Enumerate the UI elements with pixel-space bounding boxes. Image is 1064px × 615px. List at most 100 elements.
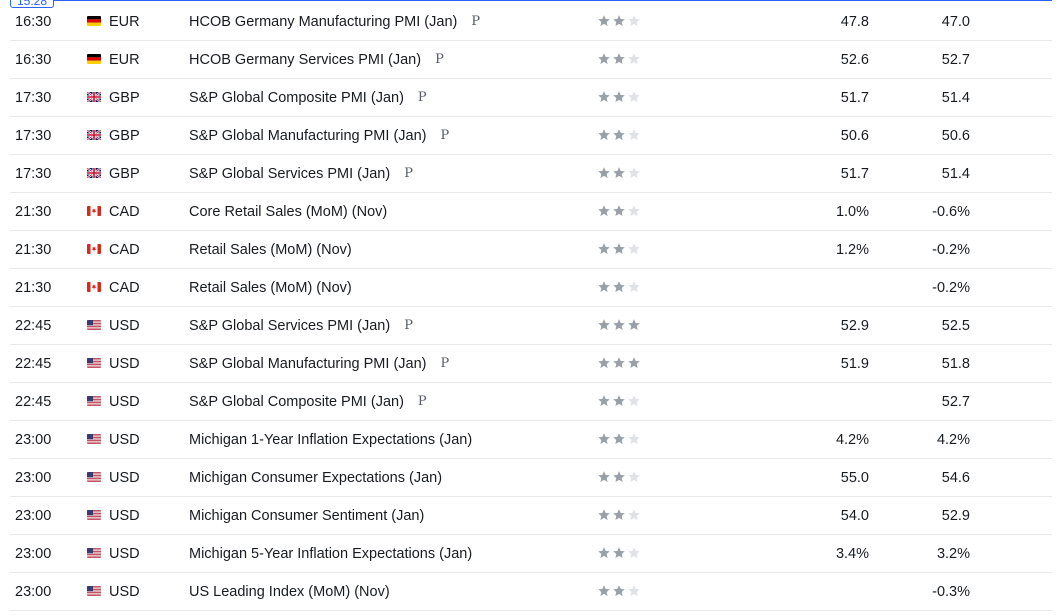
event-currency: USD — [109, 545, 140, 562]
event-currency: CAD — [109, 203, 140, 220]
importance-rating — [597, 546, 641, 560]
prior-value: 51.4 — [941, 165, 970, 182]
forecast-value: 50.6 — [840, 127, 869, 144]
star-icon — [627, 470, 641, 484]
importance-rating — [597, 508, 641, 522]
star-icon — [612, 356, 626, 370]
event-time: 23:00 — [15, 431, 52, 448]
event-name[interactable]: Michigan Consumer Sentiment (Jan) — [189, 508, 424, 524]
event-name[interactable]: S&P Global Services PMI (Jan) P — [189, 166, 413, 182]
event-currency: GBP — [109, 89, 140, 106]
event-time: 22:45 — [15, 393, 52, 410]
star-icon — [612, 90, 626, 104]
flag-us-icon — [87, 548, 101, 558]
table-row-1[interactable]: 16:30 EUR HCOB Germany Services PMI (Jan… — [10, 41, 1052, 79]
star-icon — [597, 546, 611, 560]
event-name[interactable]: Retail Sales (MoM) (Nov) — [189, 242, 352, 258]
flag-us-icon — [87, 510, 101, 520]
table-row-0[interactable]: 16:30 EUR HCOB Germany Manufacturing PMI… — [10, 3, 1052, 41]
event-time: 22:45 — [15, 355, 52, 372]
event-name[interactable]: Core Retail Sales (MoM) (Nov) — [189, 204, 387, 220]
importance-rating — [597, 394, 641, 408]
importance-rating — [597, 432, 641, 446]
table-row-13[interactable]: 23:00 USD Michigan Consumer Sentiment (J… — [10, 497, 1052, 535]
prior-value: 50.6 — [941, 127, 970, 144]
table-row-10[interactable]: 22:45 USD S&P Global Composite PMI (Jan)… — [10, 383, 1052, 421]
table-row-3[interactable]: 17:30 GBP S&P Global Manufacturing PMI (… — [10, 117, 1052, 155]
star-icon — [612, 470, 626, 484]
event-currency: USD — [109, 431, 140, 448]
prior-value: -0.2% — [932, 241, 970, 258]
importance-rating — [597, 356, 641, 370]
event-name[interactable]: HCOB Germany Manufacturing PMI (Jan) P — [189, 14, 480, 30]
table-row-7[interactable]: 21:30 CAD Retail Sales (MoM) (Nov) -0.2% — [10, 269, 1052, 307]
forecast-value: 51.7 — [840, 89, 869, 106]
table-row-11[interactable]: 23:00 USD Michigan 1-Year Inflation Expe… — [10, 421, 1052, 459]
event-name[interactable]: S&P Global Manufacturing PMI (Jan) P — [189, 356, 449, 372]
table-row-12[interactable]: 23:00 USD Michigan Consumer Expectations… — [10, 459, 1052, 497]
event-name-text: Core Retail Sales (MoM) (Nov) — [189, 203, 388, 220]
prior-value: 54.6 — [941, 469, 970, 486]
event-name-text: Michigan 1-Year Inflation Expectations (… — [189, 431, 473, 448]
event-currency: USD — [109, 317, 140, 334]
event-name[interactable]: S&P Global Composite PMI (Jan) P — [189, 90, 427, 106]
table-row-14[interactable]: 23:00 USD Michigan 5-Year Inflation Expe… — [10, 535, 1052, 573]
event-currency: USD — [109, 469, 140, 486]
star-icon — [627, 90, 641, 104]
flag-us-icon — [87, 358, 101, 368]
event-time: 23:00 — [15, 583, 52, 600]
flag-us-icon — [87, 434, 101, 444]
event-currency: USD — [109, 393, 140, 410]
event-name[interactable]: US Leading Index (MoM) (Nov) — [189, 584, 390, 600]
star-icon — [627, 584, 641, 598]
event-name[interactable]: S&P Global Composite PMI (Jan) P — [189, 394, 427, 410]
importance-rating — [597, 52, 641, 66]
table-row-9[interactable]: 22:45 USD S&P Global Manufacturing PMI (… — [10, 345, 1052, 383]
prior-value: -0.6% — [932, 203, 970, 220]
event-time: 21:30 — [15, 279, 52, 296]
event-currency: USD — [109, 355, 140, 372]
table-row-5[interactable]: 21:30 CAD Core Retail Sales (MoM) (Nov) … — [10, 193, 1052, 231]
table-row-8[interactable]: 22:45 USD S&P Global Services PMI (Jan) … — [10, 307, 1052, 345]
table-row-2[interactable]: 17:30 GBP S&P Global Composite PMI (Jan)… — [10, 79, 1052, 117]
star-icon — [612, 394, 626, 408]
event-name[interactable]: Retail Sales (MoM) (Nov) — [189, 280, 352, 296]
star-icon — [612, 166, 626, 180]
forecast-value: 54.0 — [840, 507, 869, 524]
forecast-value: 3.4% — [835, 545, 869, 562]
preliminary-badge: P — [440, 128, 450, 143]
star-icon — [627, 52, 641, 66]
star-icon — [612, 584, 626, 598]
star-icon — [627, 166, 641, 180]
table-row-4[interactable]: 17:30 GBP S&P Global Services PMI (Jan) … — [10, 155, 1052, 193]
event-time: 21:30 — [15, 241, 52, 258]
star-icon — [612, 204, 626, 218]
event-name[interactable]: Michigan 1-Year Inflation Expectations (… — [189, 432, 472, 448]
event-time: 17:30 — [15, 165, 52, 182]
event-currency: GBP — [109, 165, 140, 182]
star-icon — [597, 280, 611, 294]
event-time: 23:00 — [15, 507, 52, 524]
event-name[interactable]: S&P Global Manufacturing PMI (Jan) P — [189, 128, 449, 144]
preliminary-badge: P — [404, 166, 413, 181]
star-icon — [612, 546, 626, 560]
preliminary-badge: P — [440, 356, 450, 371]
preliminary-badge: P — [417, 394, 427, 409]
flag-us-icon — [87, 320, 101, 330]
importance-rating — [597, 584, 641, 598]
table-row-15[interactable]: 23:00 USD US Leading Index (MoM) (Nov) -… — [10, 573, 1052, 611]
event-name[interactable]: HCOB Germany Services PMI (Jan) P — [189, 52, 444, 68]
prior-value: 51.4 — [941, 89, 970, 106]
preliminary-badge: P — [404, 318, 413, 333]
flag-ca-icon — [87, 206, 101, 216]
event-name[interactable]: S&P Global Services PMI (Jan) P — [189, 318, 413, 334]
table-row-6[interactable]: 21:30 CAD Retail Sales (MoM) (Nov) 1.2% … — [10, 231, 1052, 269]
importance-rating — [597, 90, 641, 104]
star-icon — [627, 508, 641, 522]
event-name[interactable]: Michigan 5-Year Inflation Expectations (… — [189, 546, 472, 562]
event-time: 23:00 — [15, 545, 52, 562]
event-name[interactable]: Michigan Consumer Expectations (Jan) — [189, 470, 442, 486]
event-name-text: S&P Global Manufacturing PMI (Jan) — [189, 355, 427, 372]
prior-value: 3.2% — [936, 545, 970, 562]
star-icon — [612, 52, 626, 66]
